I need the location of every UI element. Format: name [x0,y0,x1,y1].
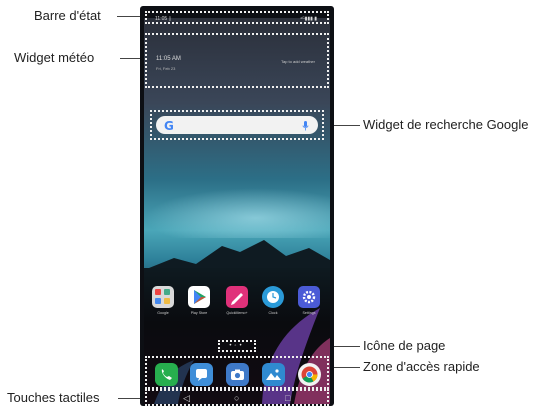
callout-page-icon: Icône de page [363,338,446,353]
dock-chrome[interactable] [298,363,321,386]
app-play-store[interactable] [188,286,210,308]
callout-quick-access: Zone d'accès rapide [363,359,480,374]
app-google-folder[interactable] [152,286,174,308]
pencil-icon [231,293,243,305]
gear-icon [302,290,316,304]
dock-camera[interactable] [226,363,249,386]
callout-touch-keys: Touches tactiles [7,390,100,405]
weather-time: 11:05 AM [156,56,181,62]
status-bar: 11:05 ▯ ⁴ᴳ▮▮▮ ▮ [145,11,329,24]
google-folder-icon [155,289,170,304]
app-label-clock: Clock [268,311,278,315]
status-time: 11:05 ▯ [155,16,172,22]
home-button[interactable]: ○ [234,393,239,403]
google-search-widget[interactable]: G [150,110,324,140]
weather-hint: Tap to add weather [280,59,315,64]
callout-weather-widget: Widget météo [14,50,95,65]
dock-gallery[interactable] [262,363,285,386]
navigation-bar: ◁ ○ □ [145,389,329,406]
app-settings[interactable] [298,286,320,308]
back-button[interactable]: ◁ [183,393,190,404]
app-clock[interactable] [262,286,284,308]
app-quickmemo[interactable] [226,286,248,308]
chrome-icon [301,366,318,383]
page-indicator[interactable]: •◦• [218,340,256,352]
gallery-icon [266,369,281,380]
home-apps: Google Play Store QuickMemo+ Clock Setti… [150,286,330,326]
app-label-play-store: Play Store [190,311,208,315]
status-icons: ⁴ᴳ▮▮▮ ▮ [299,16,317,22]
quick-access-dock [145,356,329,389]
mic-icon[interactable] [302,121,309,132]
app-label-google: Google [157,311,169,315]
page-dots: •◦• [229,343,245,349]
dock-phone[interactable] [155,363,178,386]
phone-icon [161,369,172,380]
message-icon [196,369,207,381]
google-logo-icon: G [164,119,174,133]
weather-date: Fri, Feb 23 [156,66,176,71]
callout-status-bar: Barre d'état [34,8,101,23]
app-label-settings: Settings [302,311,316,315]
app-label-quickmemo: QuickMemo+ [226,311,248,315]
search-bar[interactable]: G [156,116,318,134]
callout-search-widget: Widget de recherche Google [363,117,529,132]
camera-icon [231,369,244,380]
dock-messages[interactable] [190,363,213,386]
clock-icon [267,291,279,303]
recents-button[interactable]: □ [285,393,290,403]
weather-widget[interactable]: 11:05 AM Fri, Feb 23 Tap to add weather [145,33,329,88]
play-store-icon [194,290,206,304]
